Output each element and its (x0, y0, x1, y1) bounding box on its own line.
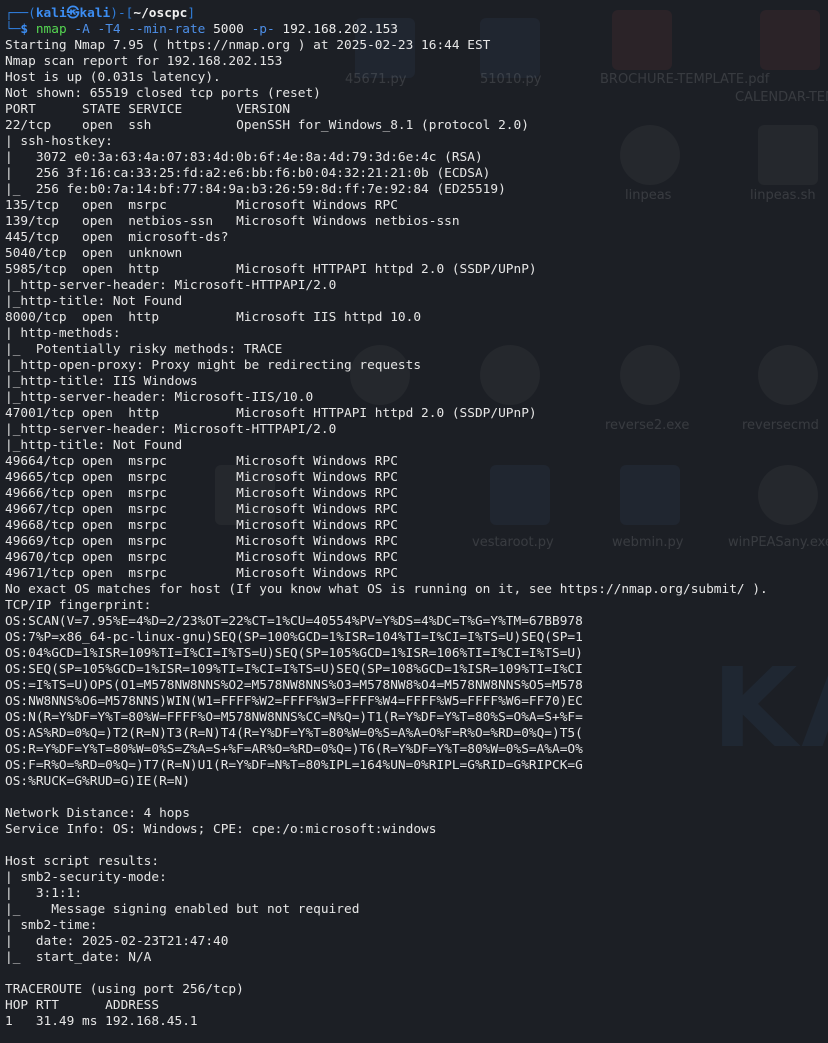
output-line: OS:SCAN(V=7.95%E=4%D=2/23%OT=22%CT=1%CU=… (5, 614, 583, 629)
output-line: OS:04%GCD=1%ISR=109%TI=I%CI=I%TS=U)SEQ(S… (5, 646, 583, 661)
output-line: HOP RTT ADDRESS (5, 998, 160, 1013)
output-line: Network Distance: 4 hops (5, 806, 190, 821)
output-line: 49666/tcp open msrpc Microsoft Windows R… (5, 486, 398, 501)
output-line: | 3:1:1: (5, 886, 83, 901)
output-line: Host script results: (5, 854, 160, 869)
output-line: OS:NW8NNS%O6=M578NNS)WIN(W1=FFFF%W2=FFFF… (5, 694, 583, 709)
output-line: 5040/tcp open unknown (5, 246, 183, 261)
output-line: Host is up (0.031s latency). (5, 70, 221, 85)
command-line[interactable]: └─$ nmap -A -T4 --min-rate 5000 -p- 192.… (5, 22, 828, 38)
terminal-window[interactable]: 45671.py 51010.py BROCHURE-TEMPLATE.pdf … (0, 0, 828, 1043)
output-line: | http-methods: (5, 326, 121, 341)
output-line: |_http-server-header: Microsoft-IIS/10.0 (5, 390, 314, 405)
output-line: OS:7%P=x86_64-pc-linux-gnu)SEQ(SP=100%GC… (5, 630, 583, 645)
output-line: 8000/tcp open http Microsoft IIS httpd 1… (5, 310, 422, 325)
output-line: |_http-server-header: Microsoft-HTTPAPI/… (5, 278, 337, 293)
output-line: |_http-title: IIS Windows (5, 374, 198, 389)
output-line: |_ start_date: N/A (5, 950, 152, 965)
prompt-line: ┌──(kali㉿kali)-[~/oscpc] (5, 6, 828, 22)
output-line: OS:F=R%O=%RD=0%Q=)T7(R=N)U1(R=Y%DF=N%T=8… (5, 758, 583, 773)
command-port-flag: -p- (251, 22, 275, 37)
output-line: 49669/tcp open msrpc Microsoft Windows R… (5, 534, 398, 549)
output-line: 49670/tcp open msrpc Microsoft Windows R… (5, 550, 398, 565)
output-line: 49665/tcp open msrpc Microsoft Windows R… (5, 470, 398, 485)
output-line: | ssh-hostkey: (5, 134, 113, 149)
output-line: 445/tcp open microsoft-ds? (5, 230, 229, 245)
terminal-content[interactable]: ┌──(kali㉿kali)-[~/oscpc] └─$ nmap -A -T4… (5, 6, 828, 1030)
output-line: | date: 2025-02-23T21:47:40 (5, 934, 229, 949)
output-line: Starting Nmap 7.95 ( https://nmap.org ) … (5, 38, 491, 53)
output-line: OS:AS%RD=0%Q=)T2(R=N)T3(R=N)T4(R=Y%DF=Y%… (5, 726, 583, 741)
prompt-frame: )-[ (110, 6, 134, 21)
prompt-frame: └─ (5, 22, 21, 37)
prompt-user: kali㉿kali (35, 6, 111, 21)
terminal-output: Starting Nmap 7.95 ( https://nmap.org ) … (5, 38, 828, 1030)
command-target: 192.168.202.153 (274, 22, 398, 37)
command-rate: 5000 (205, 22, 252, 37)
output-line: | smb2-security-mode: (5, 870, 167, 885)
output-line: Not shown: 65519 closed tcp ports (reset… (5, 86, 321, 101)
output-line: No exact OS matches for host (If you kno… (5, 582, 768, 597)
output-line: TRACEROUTE (using port 256/tcp) (5, 982, 244, 997)
output-line: | 3072 e0:3a:63:4a:07:83:4d:0b:6f:4e:8a:… (5, 150, 483, 165)
output-line: Service Info: OS: Windows; CPE: cpe:/o:m… (5, 822, 437, 837)
prompt-path: ~/oscpc (133, 6, 188, 21)
output-line: TCP/IP fingerprint: (5, 598, 152, 613)
output-line: |_ 256 fe:b0:7a:14:bf:77:84:9a:b3:26:59:… (5, 182, 506, 197)
output-line: 49668/tcp open msrpc Microsoft Windows R… (5, 518, 398, 533)
prompt-frame: ] (187, 6, 196, 21)
output-line: |_ Message signing enabled but not requi… (5, 902, 360, 917)
output-line: OS:SEQ(SP=105%GCD=1%ISR=109%TI=I%CI=I%TS… (5, 662, 583, 677)
prompt-symbol: $ (20, 22, 36, 37)
output-line: OS:%RUCK=G%RUD=G)IE(R=N) (5, 774, 190, 789)
output-line: | 256 3f:16:ca:33:25:fd:a2:e6:bb:f6:b0:0… (5, 166, 491, 181)
output-line: Nmap scan report for 192.168.202.153 (5, 54, 283, 69)
output-line: | smb2-time: (5, 918, 98, 933)
output-line: 5985/tcp open http Microsoft HTTPAPI htt… (5, 262, 537, 277)
output-line: |_http-server-header: Microsoft-HTTPAPI/… (5, 422, 337, 437)
command-flags: -A -T4 --min-rate (66, 22, 206, 37)
output-line: |_http-title: Not Found (5, 438, 183, 453)
output-line: |_http-title: Not Found (5, 294, 183, 309)
command-name: nmap (35, 22, 67, 37)
output-line: OS:R=Y%DF=Y%T=80%W=0%S=Z%A=S+%F=AR%O=%RD… (5, 742, 583, 757)
output-line: 22/tcp open ssh OpenSSH for_Windows_8.1 … (5, 118, 529, 133)
output-line: OS:=I%TS=U)OPS(O1=M578NW8NNS%O2=M578NW8N… (5, 678, 583, 693)
prompt-frame: ┌──( (5, 6, 36, 21)
output-line: |_http-open-proxy: Proxy might be redire… (5, 358, 422, 373)
output-line: 49664/tcp open msrpc Microsoft Windows R… (5, 454, 398, 469)
output-line: 139/tcp open netbios-ssn Microsoft Windo… (5, 214, 460, 229)
output-line: 49667/tcp open msrpc Microsoft Windows R… (5, 502, 398, 517)
output-line: 47001/tcp open http Microsoft HTTPAPI ht… (5, 406, 537, 421)
output-line: PORT STATE SERVICE VERSION (5, 102, 291, 117)
output-line: 135/tcp open msrpc Microsoft Windows RPC (5, 198, 398, 213)
output-line: OS:N(R=Y%DF=Y%T=80%W=FFFF%O=M578NW8NNS%C… (5, 710, 583, 725)
output-line: |_ Potentially risky methods: TRACE (5, 342, 283, 357)
output-line: 1 31.49 ms 192.168.45.1 (5, 1014, 198, 1029)
output-line: 49671/tcp open msrpc Microsoft Windows R… (5, 566, 398, 581)
